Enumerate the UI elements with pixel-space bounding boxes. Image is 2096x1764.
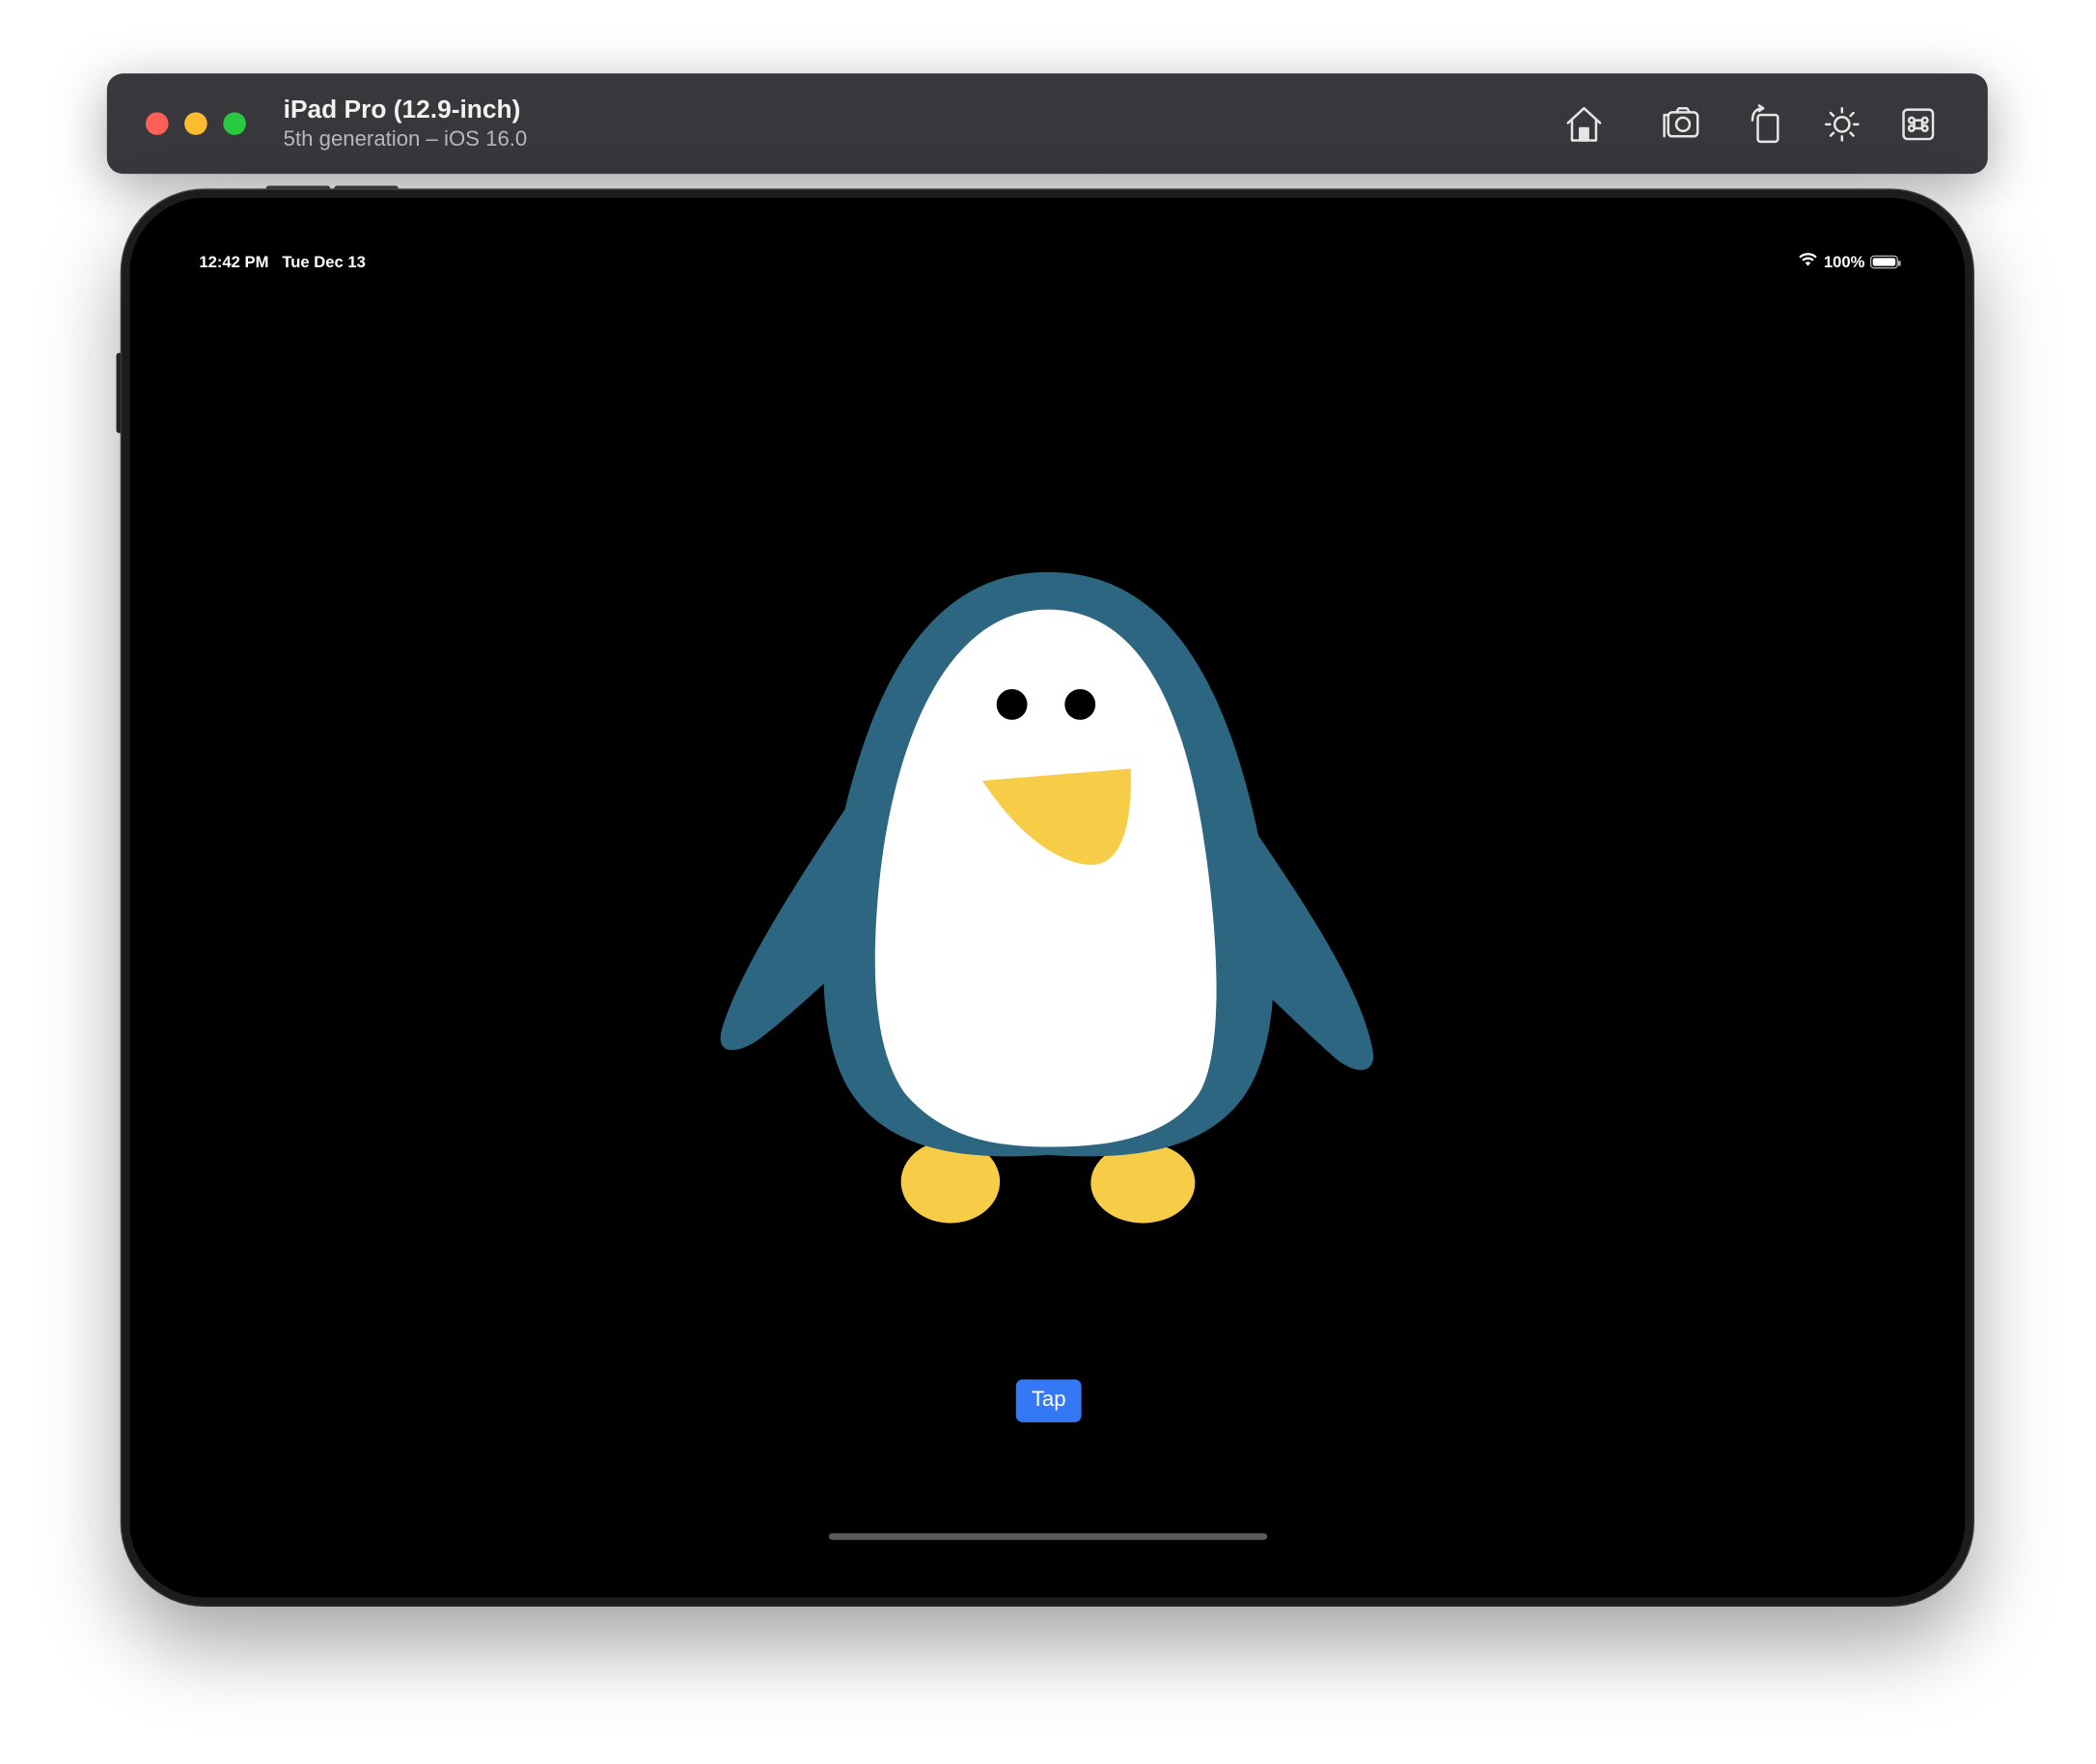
ipad-screen[interactable]: 12:42 PM Tue Dec 13 100% Tap xyxy=(129,198,1966,1598)
minimize-window-button[interactable] xyxy=(184,112,207,135)
close-window-button[interactable] xyxy=(145,112,169,135)
simulator-stage: iPad Pro (12.9-inch) 5th generation – iO… xyxy=(0,0,2096,1764)
device-subtitle: 5th generation – iOS 16.0 xyxy=(283,127,528,152)
command-icon[interactable] xyxy=(1895,101,1941,147)
penguin-right-eye xyxy=(1064,689,1096,720)
tap-button[interactable]: Tap xyxy=(1015,1379,1082,1422)
home-indicator[interactable] xyxy=(828,1532,1268,1540)
simulator-titlebar: iPad Pro (12.9-inch) 5th generation – iO… xyxy=(106,73,1988,175)
penguin-left-eye xyxy=(996,689,1028,720)
zoom-window-button[interactable] xyxy=(223,112,246,135)
device-title: iPad Pro (12.9-inch) xyxy=(283,96,521,124)
appearance-icon[interactable] xyxy=(1819,101,1864,147)
screenshot-icon[interactable] xyxy=(1658,101,1703,147)
rotate-icon[interactable] xyxy=(1743,101,1788,147)
home-icon[interactable] xyxy=(1561,101,1607,147)
